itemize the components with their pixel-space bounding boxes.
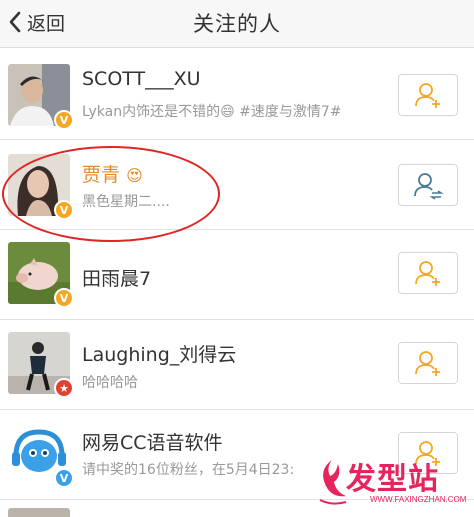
user-name: 田雨晨7 [82, 268, 152, 290]
follow-button[interactable] [398, 342, 458, 384]
user-name-text: 贾青 [82, 164, 121, 186]
user-name: 网易CC语音软件 [82, 432, 223, 454]
user-description: Lykan内饰还是不错的😄 #速度与激情7# [82, 104, 342, 120]
user-name: 贾青 😍 [82, 160, 143, 187]
avatar [8, 508, 70, 517]
follow-button[interactable] [398, 74, 458, 116]
watermark-logo: 发型站 WWW.FAXINGZHAN.COM [312, 448, 474, 517]
user-description: 请中奖的16位粉丝，在5月4日23: [82, 462, 295, 478]
emoji-icon: 😍 [126, 166, 143, 185]
avatar[interactable]: ★ [8, 332, 74, 398]
verified-badge: V [54, 468, 74, 488]
verified-badge: V [54, 200, 74, 220]
list-item[interactable]: V SCOTT___XU Lykan内饰还是不错的😄 #速度与激情7# [0, 50, 474, 140]
verified-badge: V [54, 288, 74, 308]
follow-button[interactable] [398, 252, 458, 294]
star-badge: ★ [54, 378, 74, 398]
add-user-icon [415, 261, 440, 286]
user-name: SCOTT___XU [82, 68, 201, 90]
watermark-url: WWW.FAXINGZHAN.COM [370, 495, 467, 504]
avatar[interactable]: V [8, 242, 74, 308]
mutual-follow-icon [414, 173, 444, 200]
page-title: 关注的人 [193, 12, 281, 36]
list-item[interactable]: V 贾青 😍 黑色星期二.... [0, 140, 474, 230]
user-description: 黑色星期二.... [82, 194, 170, 210]
list-item[interactable]: ★ Laughing_刘得云 哈哈哈哈 [0, 320, 474, 410]
user-description: 哈哈哈哈 [82, 375, 138, 391]
mutual-follow-button[interactable] [398, 164, 458, 206]
avatar[interactable]: V [8, 422, 74, 488]
watermark-text: 发型站 [346, 462, 439, 497]
avatar[interactable]: V [8, 64, 74, 130]
add-user-icon [415, 83, 440, 108]
verified-badge: V [54, 110, 74, 130]
add-user-icon [415, 351, 440, 376]
list-item[interactable]: V 田雨晨7 [0, 230, 474, 320]
nav-bar: 返回 关注的人 [0, 0, 474, 48]
avatar[interactable]: V [8, 154, 74, 220]
user-name: Laughing_刘得云 [82, 344, 237, 366]
